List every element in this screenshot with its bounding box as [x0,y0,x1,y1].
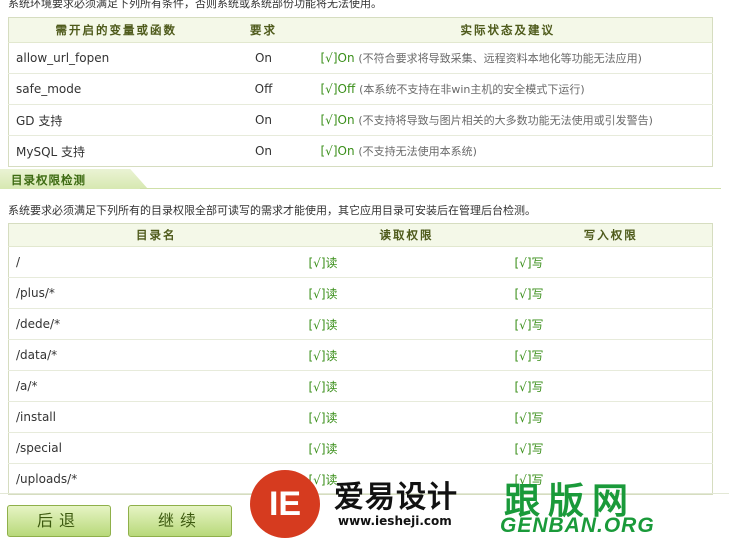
status-note: (不符合要求将导致采集、远程资料本地化等功能无法应用) [358,52,642,65]
status-value: [√]On [320,144,355,158]
directory-name: /data/* [8,339,304,371]
continue-button[interactable]: 继续 [128,505,232,537]
variable-name: MySQL 支持 [8,135,224,167]
column-header-status: 实际状态及建议 [303,17,713,43]
directory-name: /plus/* [8,277,304,309]
environment-check-table: 需开启的变量或函数 要求 实际状态及建议 allow_url_fopen On … [8,17,713,167]
status-note: (不支持将导致与图片相关的大多数功能无法使用或引发警告) [358,114,653,127]
table-row: /special [√]读 [√]写 [8,432,713,464]
status-cell: [√]Off (本系统不支持在非win主机的安全模式下运行) [303,73,713,105]
table-header-row: 需开启的变量或函数 要求 实际状态及建议 [8,17,713,43]
read-permission: [√]读 [303,370,510,402]
status-value: [√]Off [320,82,356,96]
read-permission: [√]读 [303,246,510,278]
table-row: /dede/* [√]读 [√]写 [8,308,713,340]
status-value: [√]On [320,51,355,65]
write-permission: [√]写 [509,277,713,309]
environment-intro-text: 系统环境要求必须满足下列所有条件，否则系统或系统部份功能将无法使用。 [8,0,382,10]
table-row: /data/* [√]读 [√]写 [8,339,713,371]
status-cell: [√]On (不支持将导致与图片相关的大多数功能无法使用或引发警告) [303,104,713,136]
table-row: MySQL 支持 On [√]On (不支持无法使用本系统) [8,135,713,167]
column-header-variable: 需开启的变量或函数 [8,17,224,43]
table-row: / [√]读 [√]写 [8,246,713,278]
status-cell: [√]On (不符合要求将导致采集、远程资料本地化等功能无法应用) [303,42,713,74]
watermark-brand-name: 爱易设计 [334,480,458,515]
read-permission: [√]读 [303,432,510,464]
table-row: /a/* [√]读 [√]写 [8,370,713,402]
read-permission: [√]读 [303,308,510,340]
status-note: (本系统不支持在非win主机的安全模式下运行) [359,83,585,96]
section-header-directory-permissions: 目录权限检测 [0,169,729,189]
watermark-url: www.iesheji.com [338,514,452,528]
iesheji-watermark: IE 爱易设计 www.iesheji.com [250,470,480,540]
column-header-requirement: 要求 [223,17,304,43]
column-header-read: 读取权限 [303,223,510,247]
status-cell: [√]On (不支持无法使用本系统) [303,135,713,167]
read-permission: [√]读 [303,339,510,371]
directory-permission-table: 目录名 读取权限 写入权限 / [√]读 [√]写 /plus/* [√]读 [… [8,223,713,495]
watermark-genban-en: GENBAN.ORG [500,514,655,537]
write-permission: [√]写 [509,370,713,402]
directory-name: /dede/* [8,308,304,340]
required-value: Off [223,73,304,105]
directory-name: /special [8,432,304,464]
column-header-write: 写入权限 [509,223,713,247]
required-value: On [223,42,304,74]
section-title: 目录权限检测 [11,173,86,187]
table-row: /install [√]读 [√]写 [8,401,713,433]
status-note: (不支持无法使用本系统) [358,145,477,158]
ie-logo-icon: IE [250,470,320,538]
directory-name: /install [8,401,304,433]
required-value: On [223,104,304,136]
table-row: /plus/* [√]读 [√]写 [8,277,713,309]
section-description: 系统要求必须满足下列所有的目录权限全部可读写的需求才能使用，其它应用目录可安装后… [8,204,536,217]
write-permission: [√]写 [509,401,713,433]
variable-name: GD 支持 [8,104,224,136]
status-value: [√]On [320,113,355,127]
variable-name: safe_mode [8,73,224,105]
table-row: safe_mode Off [√]Off (本系统不支持在非win主机的安全模式… [8,73,713,105]
section-divider [140,188,721,189]
column-header-directory: 目录名 [8,223,304,247]
genban-watermark: 跟版网 GENBAN.ORG [498,472,723,540]
write-permission: [√]写 [509,308,713,340]
back-button[interactable]: 后退 [7,505,111,537]
read-permission: [√]读 [303,277,510,309]
write-permission: [√]写 [509,432,713,464]
write-permission: [√]写 [509,339,713,371]
required-value: On [223,135,304,167]
table-header-row: 目录名 读取权限 写入权限 [8,223,713,247]
directory-name: / [8,246,304,278]
variable-name: allow_url_fopen [8,42,224,74]
write-permission: [√]写 [509,246,713,278]
table-row: GD 支持 On [√]On (不支持将导致与图片相关的大多数功能无法使用或引发… [8,104,713,136]
read-permission: [√]读 [303,401,510,433]
directory-name: /a/* [8,370,304,402]
table-row: allow_url_fopen On [√]On (不符合要求将导致采集、远程资… [8,42,713,74]
